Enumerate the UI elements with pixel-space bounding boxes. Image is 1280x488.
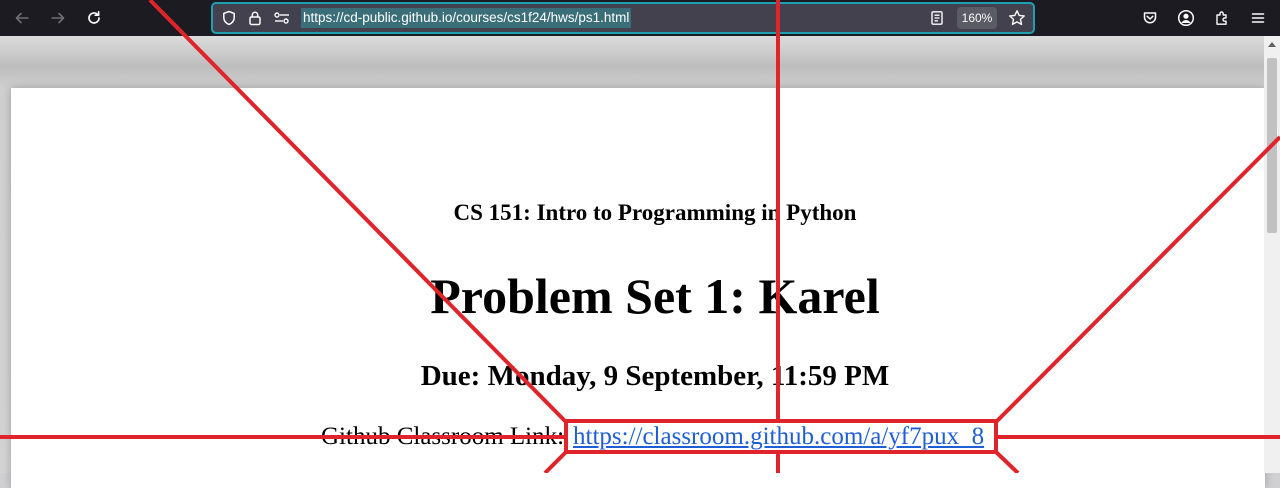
tracking-protection-shield-icon bbox=[223, 10, 235, 26]
scroll-up-arrow-icon[interactable] bbox=[1268, 42, 1276, 47]
reader-view-button[interactable] bbox=[927, 8, 947, 28]
back-arrow-icon bbox=[15, 12, 29, 24]
hamburger-menu-icon bbox=[1251, 13, 1265, 23]
app-menu-button[interactable] bbox=[1244, 4, 1272, 32]
vertical-scrollbar[interactable] bbox=[1264, 36, 1280, 473]
browser-toolbar: https://cd-public.github.io/courses/cs1f… bbox=[0, 0, 1280, 36]
url-text[interactable]: https://cd-public.github.io/courses/cs1f… bbox=[301, 8, 632, 28]
github-classroom-link[interactable]: https://classroom.github.com/a/yf7pux_8 bbox=[573, 422, 984, 452]
pocket-button[interactable] bbox=[1136, 4, 1164, 32]
star-icon bbox=[1009, 10, 1025, 26]
tracking-protection-button[interactable] bbox=[219, 8, 239, 28]
pocket-icon bbox=[1143, 12, 1157, 24]
url-bar[interactable]: https://cd-public.github.io/courses/cs1f… bbox=[211, 2, 1035, 34]
due-date: Due: Monday, 9 September, 11:59 PM bbox=[420, 360, 890, 392]
permissions-button[interactable] bbox=[272, 8, 292, 28]
bookmark-button[interactable] bbox=[1007, 8, 1027, 28]
reload-button[interactable] bbox=[80, 4, 108, 32]
forward-button[interactable] bbox=[44, 4, 72, 32]
permissions-icon bbox=[274, 12, 289, 24]
reader-view-icon bbox=[931, 11, 943, 25]
reload-icon bbox=[88, 10, 100, 24]
extensions-button[interactable] bbox=[1208, 4, 1236, 32]
site-security-button[interactable] bbox=[245, 8, 265, 28]
page-viewport bbox=[0, 36, 1280, 488]
zoom-level-button[interactable]: 160% bbox=[957, 7, 997, 29]
extensions-icon bbox=[1216, 11, 1227, 25]
github-classroom-label: Github Classroom Link: bbox=[321, 423, 565, 450]
lock-icon bbox=[249, 11, 261, 26]
browser-window: https://cd-public.github.io/courses/cs1f… bbox=[0, 0, 1280, 488]
page-title: Problem Set 1: Karel bbox=[430, 268, 880, 324]
back-button[interactable] bbox=[8, 4, 36, 32]
account-icon bbox=[1177, 9, 1195, 27]
course-title: CS 151: Intro to Programming in Python bbox=[453, 200, 857, 225]
account-button[interactable] bbox=[1172, 4, 1200, 32]
forward-arrow-icon bbox=[51, 12, 65, 24]
